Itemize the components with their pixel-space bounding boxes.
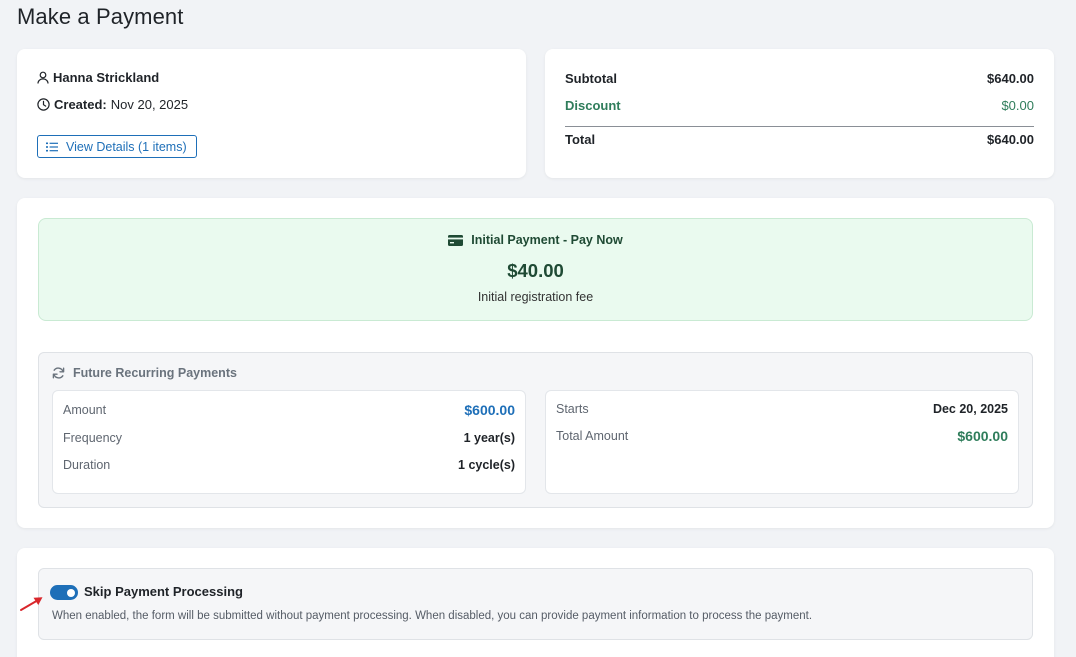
recurring-total-value: $600.00: [957, 428, 1008, 444]
subtotal-value: $640.00: [987, 71, 1034, 86]
recurring-payments-box: Future Recurring Payments Amount $600.00…: [38, 352, 1033, 508]
list-icon: [46, 142, 58, 151]
credit-card-icon: [448, 234, 464, 246]
recurring-starts-row: Starts Dec 20, 2025: [556, 402, 1008, 416]
payment-plan-card: Initial Payment - Pay Now $40.00 Initial…: [17, 198, 1054, 528]
recurring-amount-row: Amount $600.00: [63, 402, 515, 418]
recurring-details-right: Starts Dec 20, 2025 Total Amount $600.00: [545, 390, 1019, 494]
recurring-title: Future Recurring Payments: [73, 366, 237, 380]
initial-payment-amount: $40.00: [507, 260, 564, 281]
total-label: Total: [565, 132, 596, 147]
initial-payment-description: Initial registration fee: [477, 290, 594, 304]
skip-payment-help: When enabled, the form will be submitted…: [52, 610, 813, 622]
recurring-details-left: Amount $600.00 Frequency 1 year(s) Durat…: [52, 390, 526, 494]
recurring-starts-value: Dec 20, 2025: [932, 402, 1008, 416]
recurring-total-label: Total Amount: [556, 429, 629, 443]
recurring-frequency-label: Frequency: [63, 431, 123, 445]
toggle-knob: [67, 588, 75, 597]
recurring-title-row: Future Recurring Payments: [52, 366, 237, 380]
discount-label: Discount: [565, 98, 621, 113]
customer-card: Hanna Strickland Created: Nov 20, 2025 V…: [17, 49, 526, 178]
skip-payment-box: Skip Payment Processing When enabled, th…: [38, 568, 1033, 640]
discount-row: Discount $0.00: [565, 98, 1034, 113]
skip-payment-label: Skip Payment Processing: [84, 584, 243, 599]
recurring-starts-label: Starts: [556, 402, 589, 416]
customer-name: Hanna Strickland: [53, 70, 160, 85]
recurring-duration-label: Duration: [63, 458, 111, 472]
recurring-frequency-value: 1 year(s): [463, 431, 515, 445]
created-label: Created:: [54, 97, 107, 112]
recurring-frequency-row: Frequency 1 year(s): [63, 431, 515, 445]
clock-icon: [37, 98, 50, 111]
initial-payment-title-row: Initial Payment - Pay Now: [39, 233, 1032, 247]
total-row: Total $640.00: [565, 132, 1034, 147]
initial-payment-box: Initial Payment - Pay Now $40.00 Initial…: [38, 218, 1033, 321]
subtotal-row: Subtotal $640.00: [565, 71, 1034, 86]
skip-payment-card: Skip Payment Processing When enabled, th…: [17, 548, 1054, 657]
discount-value: $0.00: [1001, 98, 1034, 113]
customer-name-row: Hanna Strickland: [37, 70, 159, 85]
created-value: Nov 20, 2025: [110, 97, 189, 112]
subtotal-label: Subtotal: [565, 71, 617, 86]
summary-divider: [565, 126, 1034, 127]
recurring-amount-label: Amount: [63, 403, 107, 417]
recurring-amount-value: $600.00: [464, 402, 515, 418]
recurring-total-row: Total Amount $600.00: [556, 428, 1008, 444]
summary-card: Subtotal $640.00 Discount $0.00 Total $6…: [545, 49, 1054, 178]
page-title: Make a Payment: [17, 4, 184, 29]
arrow-annotation-icon: [20, 597, 43, 611]
user-icon: [37, 71, 49, 84]
created-row: Created: Nov 20, 2025: [37, 97, 188, 112]
initial-payment-title: Initial Payment - Pay Now: [471, 233, 623, 247]
view-details-label: View Details (1 items): [66, 139, 187, 154]
recurring-duration-row: Duration 1 cycle(s): [63, 458, 515, 472]
recurring-duration-value: 1 cycle(s): [458, 458, 515, 472]
view-details-button[interactable]: View Details (1 items): [37, 135, 197, 158]
skip-payment-toggle[interactable]: [50, 585, 78, 600]
total-value: $640.00: [987, 132, 1034, 147]
refresh-icon: [52, 367, 65, 379]
